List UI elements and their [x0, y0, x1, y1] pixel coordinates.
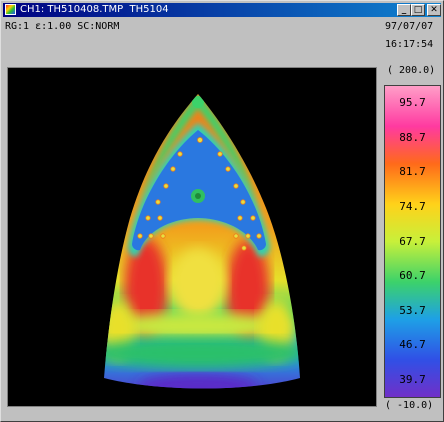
minimize-button[interactable]: _ — [397, 4, 411, 16]
scale-level-label: 60.7 — [399, 269, 426, 282]
scale-max-label: ( 200.0) — [387, 65, 436, 76]
time-readout: 16:17:54 — [385, 39, 434, 50]
scale-mode-readout: SC:NORM — [77, 21, 120, 32]
scale-level-label: 67.7 — [399, 235, 426, 248]
scale-level-label: 95.7 — [399, 96, 426, 109]
range-readout: RG:1 — [5, 21, 30, 32]
scale-level-label: 53.7 — [399, 304, 426, 317]
scale-level-label: 39.7 — [399, 373, 426, 386]
status-line: RG:1 ε:1.00 SC:NORM — [5, 21, 125, 32]
scale-level-label: 88.7 — [399, 131, 426, 144]
thermal-image[interactable] — [7, 67, 377, 407]
close-button[interactable]: ✕ — [427, 4, 441, 16]
color-scale-bar: 95.7 88.7 81.7 74.7 67.7 60.7 53.7 46.7 39.7 — [384, 85, 441, 398]
window-title: CH1: TH510408.TMP TH5104 — [20, 4, 169, 15]
scale-level-label: 46.7 — [399, 338, 426, 351]
scale-min-label: ( -10.0) — [385, 400, 434, 411]
date-readout: 97/07/07 — [385, 21, 434, 32]
maximize-button[interactable]: □ — [411, 4, 425, 16]
emissivity-readout: ε:1.00 — [35, 21, 72, 32]
thermal-camera-icon[interactable] — [5, 4, 16, 15]
scale-level-label: 81.7 — [399, 165, 426, 178]
title-bar[interactable]: CH1: TH510408.TMP TH5104 _ □ ✕ — [3, 3, 441, 17]
thermal-viewer-window: CH1: TH510408.TMP TH5104 _ □ ✕ RG:1 ε:1.0… — [0, 0, 444, 422]
scale-level-label: 74.7 — [399, 200, 426, 213]
